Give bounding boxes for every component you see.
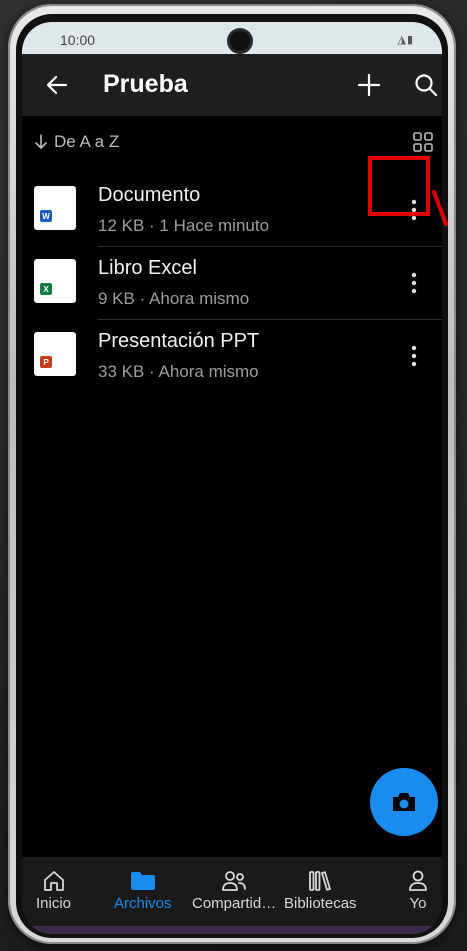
library-icon	[309, 871, 332, 891]
more-options-button[interactable]	[402, 338, 426, 374]
app-bar: Prueba	[22, 54, 442, 116]
sort-button[interactable]: De A a Z	[34, 132, 119, 152]
file-meta: 12 KB · 1 Hace minuto	[98, 216, 270, 235]
gesture-bar	[22, 926, 442, 934]
nav-item-archivos[interactable]: Archivos	[114, 867, 172, 912]
excel-badge: X	[40, 283, 52, 295]
arrow-left-icon	[46, 75, 68, 95]
arrow-down-icon	[35, 134, 47, 149]
status-time: 10:00	[60, 32, 96, 48]
file-item-libro-excel[interactable]: X Libro Excel 9 KB · Ahora mismo	[22, 247, 442, 320]
front-camera	[230, 31, 250, 51]
word-badge: W	[40, 210, 52, 222]
file-name: Presentación PPT	[98, 330, 260, 352]
person-icon	[409, 870, 427, 891]
highlight-annotation-box	[368, 156, 430, 216]
powerpoint-file-icon: P	[34, 332, 76, 376]
excel-file-icon: X	[34, 259, 76, 303]
folder-icon	[130, 872, 155, 890]
add-button[interactable]	[352, 68, 386, 102]
sort-row: De A a Z	[22, 128, 442, 158]
annotation-arrow-icon	[432, 190, 448, 226]
nav-item-inicio[interactable]: Inicio	[36, 867, 71, 912]
file-meta: 9 KB · Ahora mismo	[98, 289, 250, 308]
search-icon	[415, 74, 438, 97]
nav-label: Bibliotecas	[284, 895, 357, 912]
nav-item-yo[interactable]: Yo	[406, 867, 430, 912]
more-vertical-icon	[411, 345, 417, 367]
file-name: Libro Excel	[98, 257, 197, 279]
sort-label: De A a Z	[54, 132, 120, 151]
nav-label: Archivos	[114, 895, 172, 912]
camera-fab-button[interactable]	[370, 768, 438, 836]
more-vertical-icon	[411, 272, 417, 294]
status-icons: ◮▮	[397, 34, 414, 46]
status-bar: 10:00 ◮▮	[22, 22, 442, 54]
nav-item-bibliotecas[interactable]: Bibliotecas	[284, 867, 357, 912]
file-item-presentacion-ppt[interactable]: P Presentación PPT 33 KB · Ahora mismo	[22, 320, 442, 393]
nav-label: Yo	[409, 895, 427, 912]
people-icon	[222, 871, 246, 891]
back-button[interactable]	[40, 68, 74, 102]
camera-icon	[393, 793, 415, 811]
search-button[interactable]	[409, 68, 442, 102]
nav-label: Compartid…	[192, 895, 277, 912]
powerpoint-badge: P	[40, 356, 52, 368]
word-file-icon: W	[34, 186, 76, 230]
view-toggle-button[interactable]	[411, 130, 435, 154]
file-meta: 33 KB · Ahora mismo	[98, 362, 259, 381]
home-icon	[43, 871, 64, 891]
bottom-nav: Inicio Archivos Compartid… Bibliotecas Y…	[22, 857, 442, 934]
grid-view-icon	[413, 132, 433, 152]
nav-label: Inicio	[36, 895, 72, 912]
more-options-button[interactable]	[402, 265, 426, 301]
nav-item-compartido[interactable]: Compartid…	[192, 867, 276, 912]
plus-icon	[357, 73, 381, 97]
file-name: Documento	[98, 184, 201, 206]
page-title: Prueba	[103, 70, 188, 98]
